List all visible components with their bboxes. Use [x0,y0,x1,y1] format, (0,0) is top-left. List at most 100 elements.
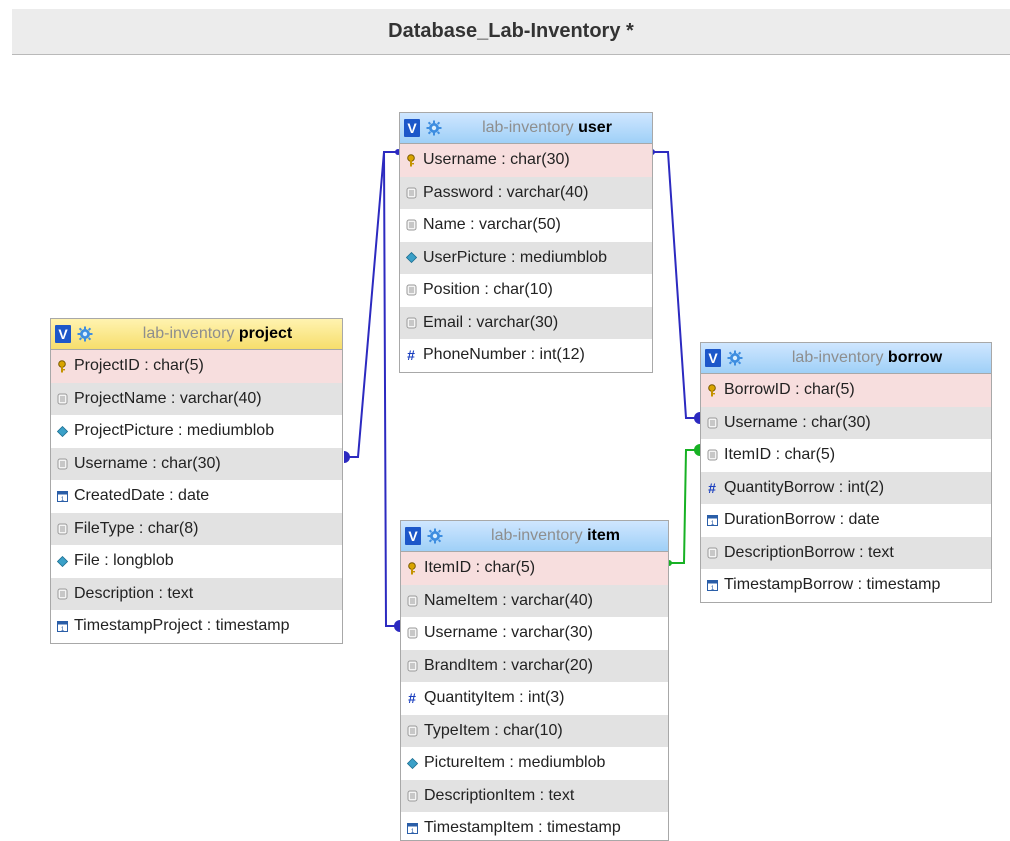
text-field-icon [706,547,718,559]
column-label: NameItem : varchar(40) [424,591,593,609]
table-row[interactable]: 1 TimestampItem : timestamp [401,812,668,840]
text-field-icon [56,458,68,470]
table-row[interactable]: 1 DurationBorrow : date [701,504,991,537]
gear-icon[interactable] [77,326,93,342]
table-row[interactable]: Username : char(30) [400,144,652,177]
table-row[interactable]: Name : varchar(50) [400,209,652,242]
table-row[interactable]: TypeItem : char(10) [401,714,668,747]
column-label: Name : varchar(50) [423,216,561,234]
relation-endpoint [344,451,350,463]
key-icon [405,153,417,167]
table-row[interactable]: BrandItem : varchar(20) [401,649,668,682]
relation-line-item-borrow[interactable] [669,449,700,564]
number-icon: # [407,347,415,364]
table-row[interactable]: ProjectName : varchar(40) [51,382,342,415]
toggle-columns-button[interactable]: V [404,119,420,137]
column-label: QuantityBorrow : int(2) [724,478,885,496]
table-row[interactable]: 1 TimestampProject : timestamp [51,610,342,643]
table-row[interactable]: # QuantityBorrow : int(2) [701,471,991,504]
table-row[interactable]: 1 TimestampBorrow : timestamp [701,569,991,602]
table-name: item [587,527,620,544]
text-field-icon [405,187,417,199]
table-row[interactable]: FileType : char(8) [51,512,342,545]
table-row[interactable]: PictureItem : mediumblob [401,747,668,780]
text-field-icon [405,219,417,231]
text-field-icon [706,449,718,461]
text-field-icon [406,627,418,639]
table-header-user[interactable]: Vlab-inventory user [400,113,652,144]
text-field-icon [406,595,418,607]
table-title: lab-inventory user [442,119,652,137]
table-row[interactable]: Description : text [51,577,342,610]
table-row[interactable]: UserPicture : mediumblob [400,241,652,274]
gear-icon[interactable] [727,350,743,366]
table-row[interactable]: 1 CreatedDate : date [51,480,342,513]
key-icon [56,359,68,373]
date-icon: 1 [56,490,68,502]
column-label: TimestampItem : timestamp [424,819,621,837]
table-row[interactable]: NameItem : varchar(40) [401,584,668,617]
table-project[interactable]: Vlab-inventory project ProjectID : char(5… [50,318,343,644]
table-title: lab-inventory item [443,527,668,545]
column-label: ProjectName : varchar(40) [74,389,262,407]
svg-text:1: 1 [410,828,414,834]
table-db-name: lab-inventory [142,325,235,342]
table-row[interactable]: File : longblob [51,545,342,578]
table-row[interactable]: Email : varchar(30) [400,306,652,339]
column-label: Username : varchar(30) [424,624,593,642]
table-row[interactable]: Username : varchar(30) [401,617,668,650]
number-icon: # [408,690,416,707]
table-db-name: lab-inventory [482,119,574,136]
column-label: QuantityItem : int(3) [424,689,565,707]
column-label: ProjectID : char(5) [74,357,204,375]
table-row[interactable]: ItemID : char(5) [701,439,991,472]
table-item[interactable]: Vlab-inventory item ItemID : char(5) NameI… [400,520,669,841]
designer-title-bar: Database_Lab-Inventory * [12,9,1010,55]
toggle-columns-button[interactable]: V [55,325,71,343]
table-row[interactable]: # QuantityItem : int(3) [401,682,668,715]
table-header-project[interactable]: Vlab-inventory project [51,319,342,350]
table-row[interactable]: BorrowID : char(5) [701,374,991,407]
date-icon: 1 [706,579,718,591]
table-title: lab-inventory borrow [743,349,991,367]
blob-icon [56,425,68,437]
gear-icon[interactable] [426,120,442,136]
table-row[interactable]: Username : char(30) [51,447,342,480]
text-field-icon [406,660,418,672]
number-icon: # [708,479,716,496]
table-row[interactable]: DescriptionItem : text [401,779,668,812]
column-label: Password : varchar(40) [423,183,589,201]
date-icon: 1 [406,822,418,834]
column-label: FileType : char(8) [74,519,199,537]
table-row[interactable]: ProjectID : char(5) [51,350,342,383]
gear-icon[interactable] [427,528,443,544]
column-label: DurationBorrow : date [724,511,880,529]
svg-text:1: 1 [710,520,714,526]
text-field-icon [405,284,417,296]
table-row[interactable]: Username : char(30) [701,406,991,439]
toggle-columns-button[interactable]: V [705,349,721,367]
key-icon [406,561,418,575]
table-row[interactable]: DescriptionBorrow : text [701,536,991,569]
svg-text:1: 1 [710,585,714,591]
relation-line-user-project[interactable] [344,151,398,458]
table-row[interactable]: # PhoneNumber : int(12) [400,339,652,372]
table-db-name: lab-inventory [491,527,583,544]
table-header-borrow[interactable]: Vlab-inventory borrow [701,343,991,374]
table-row[interactable]: ProjectPicture : mediumblob [51,415,342,448]
column-label: BorrowID : char(5) [724,381,855,399]
table-row[interactable]: Position : char(10) [400,274,652,307]
table-user[interactable]: Vlab-inventory user Username : char(30) Pa… [399,112,653,373]
column-label: File : longblob [74,552,174,570]
relation-line-user-item[interactable] [382,151,399,627]
column-label: TypeItem : char(10) [424,721,563,739]
table-row[interactable]: Password : varchar(40) [400,176,652,209]
table-borrow[interactable]: Vlab-inventory borrow BorrowID : char(5) U… [700,342,992,603]
table-header-item[interactable]: Vlab-inventory item [401,521,668,552]
column-label: TimestampBorrow : timestamp [724,576,941,594]
blob-icon [405,252,417,264]
relation-line-user-borrow[interactable] [653,151,700,419]
table-row[interactable]: ItemID : char(5) [401,552,668,585]
text-field-icon [56,393,68,405]
toggle-columns-button[interactable]: V [405,527,421,545]
